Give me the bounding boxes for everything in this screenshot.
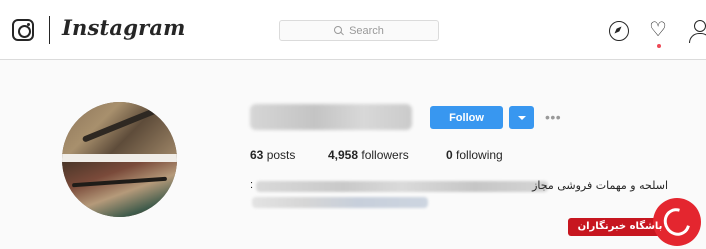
followers-count: 4,958 bbox=[328, 148, 359, 162]
profile-bio: : اسلحه و مهمات فروشی مجاز bbox=[250, 179, 668, 193]
posts-label: posts bbox=[266, 148, 296, 162]
following-label: following bbox=[456, 148, 503, 162]
search-input[interactable]: Search bbox=[279, 20, 439, 41]
top-navigation-bar: Instagram Search ♡ bbox=[0, 0, 706, 60]
followers-label: followers bbox=[361, 148, 409, 162]
heart-icon[interactable]: ♡ bbox=[649, 19, 667, 39]
follow-button[interactable]: Follow bbox=[430, 106, 503, 129]
blurred-bio-text bbox=[256, 181, 548, 192]
blurred-bio-link bbox=[252, 197, 428, 208]
following-count: 0 bbox=[446, 148, 453, 162]
posts-stat: 63 posts bbox=[250, 148, 295, 162]
instagram-glyph-icon[interactable] bbox=[12, 19, 34, 41]
bio-text: اسلحه و مهمات فروشی مجاز bbox=[532, 179, 668, 192]
notification-dot bbox=[657, 44, 661, 48]
more-options-icon[interactable]: ••• bbox=[545, 110, 561, 124]
bio-prefix: : bbox=[250, 179, 254, 191]
search-icon bbox=[334, 25, 344, 36]
search-placeholder: Search bbox=[349, 24, 384, 37]
profile-avatar[interactable] bbox=[62, 102, 177, 217]
avatar-photo-divider bbox=[62, 154, 177, 162]
explore-compass-icon[interactable] bbox=[609, 21, 629, 41]
followers-stat[interactable]: 4,958 followers bbox=[328, 148, 409, 162]
posts-count: 63 bbox=[250, 148, 264, 162]
avatar-photo-bottom bbox=[62, 162, 177, 217]
following-stat[interactable]: 0 following bbox=[446, 148, 503, 162]
profile-icon[interactable] bbox=[689, 20, 706, 43]
blurred-username bbox=[250, 104, 412, 130]
logo-divider bbox=[49, 16, 50, 44]
watermark-text: باشگاه خبرنگاران bbox=[577, 221, 663, 232]
chevron-down-icon[interactable] bbox=[509, 106, 534, 129]
instagram-wordmark[interactable]: Instagram bbox=[62, 15, 186, 40]
news-agency-watermark: باشگاه خبرنگاران bbox=[568, 198, 706, 249]
